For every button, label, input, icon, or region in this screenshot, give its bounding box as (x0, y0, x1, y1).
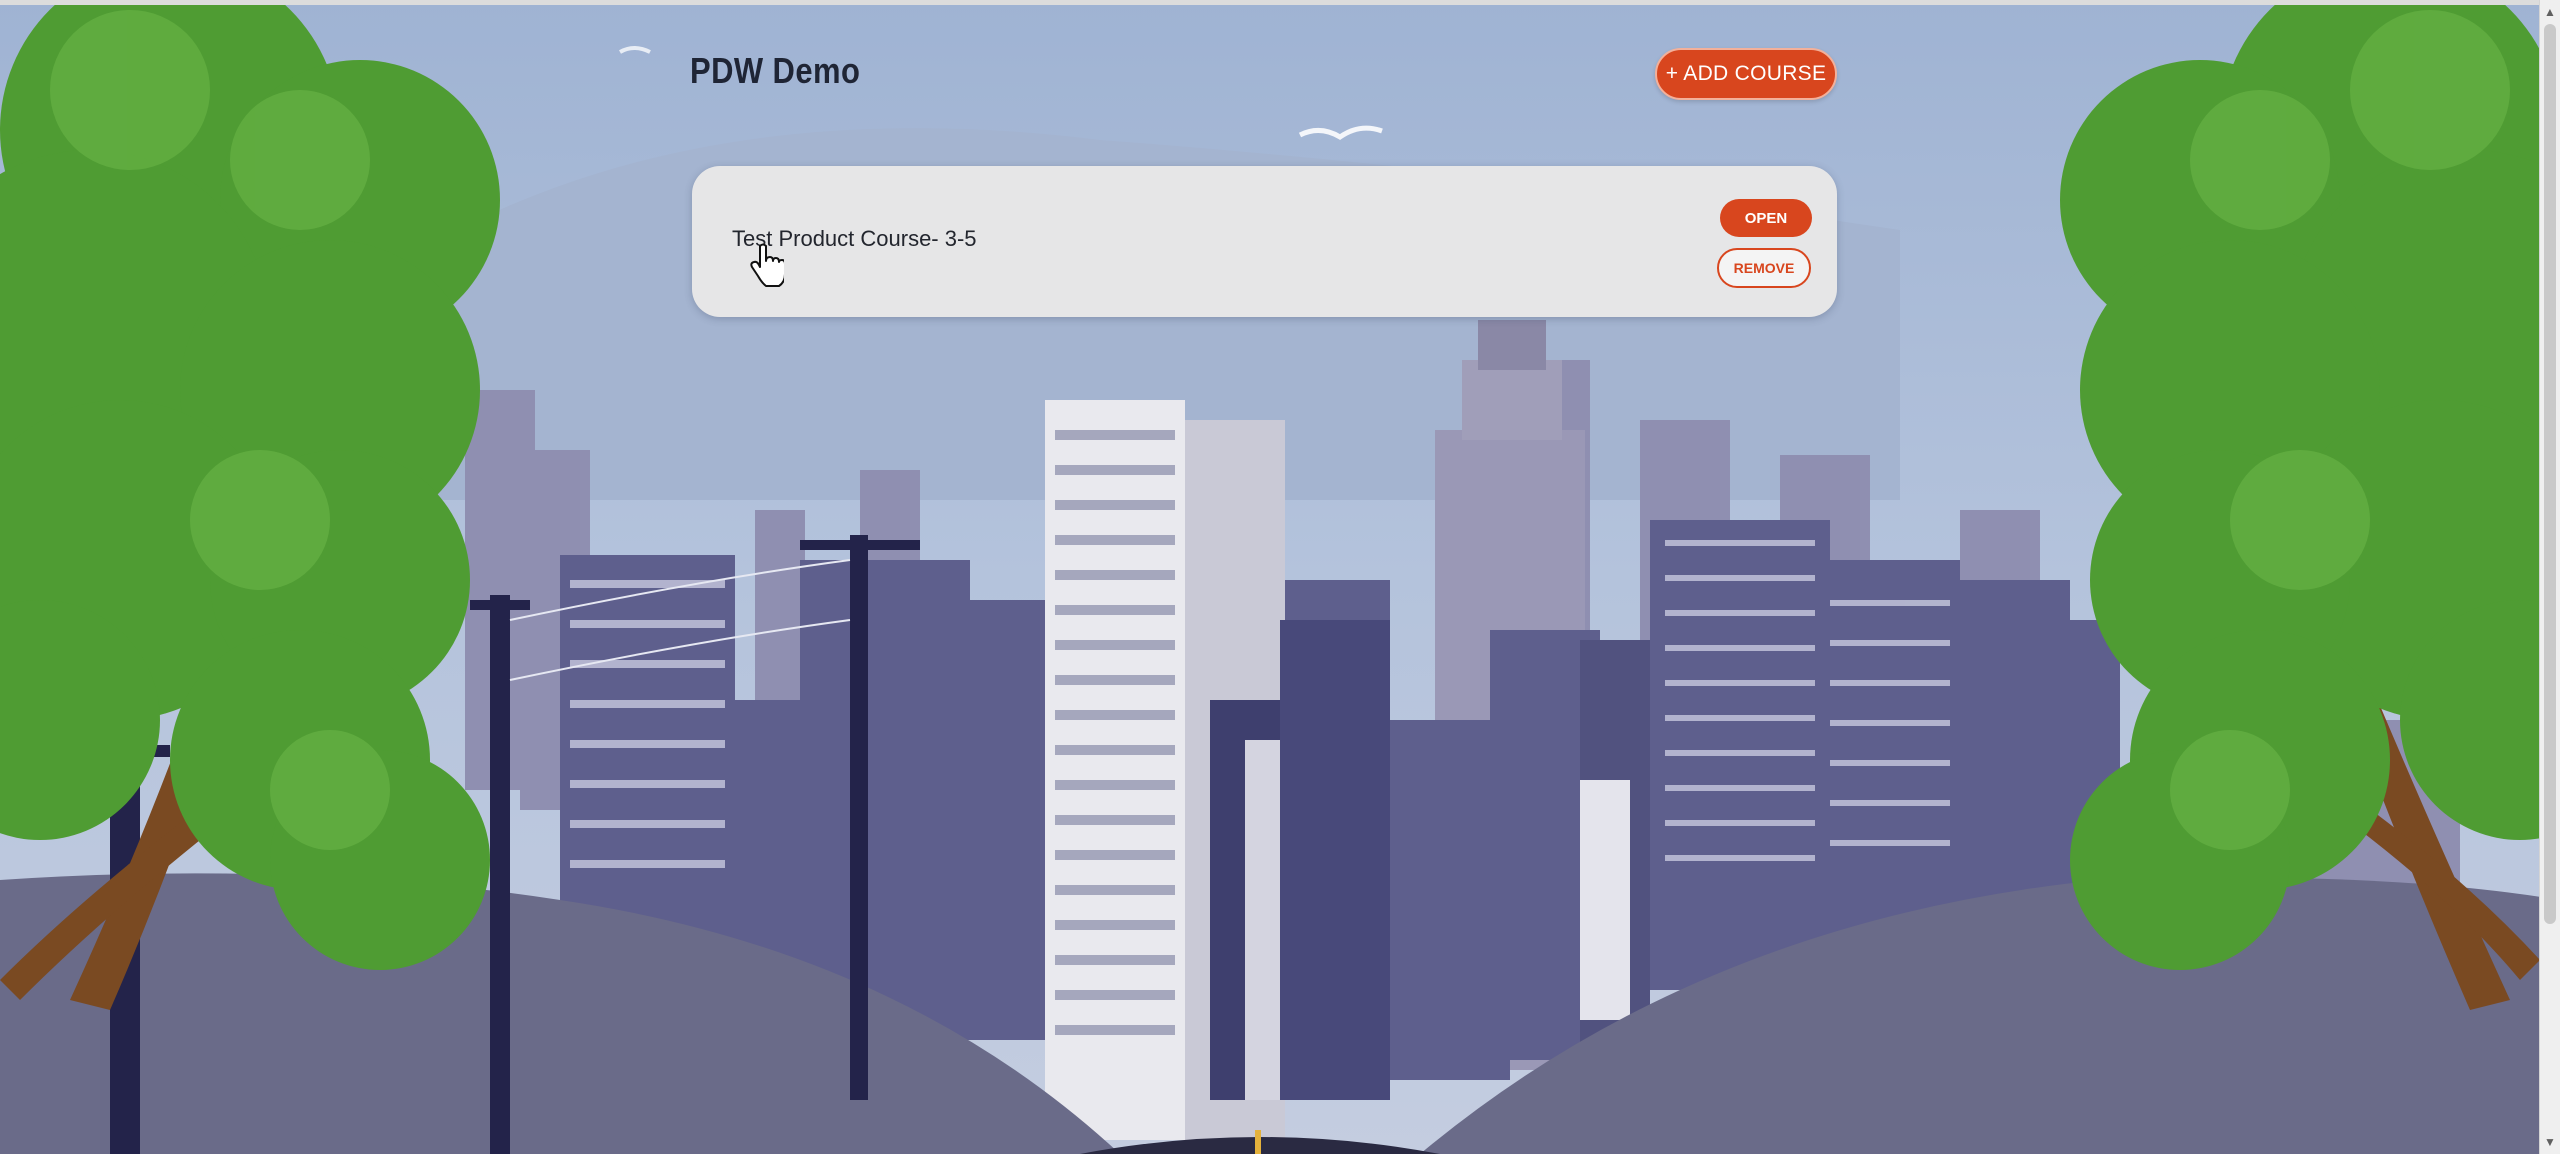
page-title: PDW Demo (690, 50, 861, 91)
vertical-scrollbar[interactable]: ▲ ▼ (2539, 0, 2560, 1154)
course-card: Test Product Course- 3-5 OPEN REMOVE (692, 166, 1837, 317)
scroll-up-icon[interactable]: ▲ (2540, 2, 2560, 22)
window-top-edge (0, 0, 2560, 5)
scrollbar-thumb[interactable] (2544, 24, 2556, 924)
hand-pointer-icon (750, 243, 784, 287)
add-course-button[interactable]: + ADD COURSE (1655, 48, 1837, 100)
scroll-down-icon[interactable]: ▼ (2540, 1132, 2560, 1152)
remove-course-button[interactable]: REMOVE (1717, 248, 1811, 288)
open-course-button[interactable]: OPEN (1720, 199, 1812, 237)
